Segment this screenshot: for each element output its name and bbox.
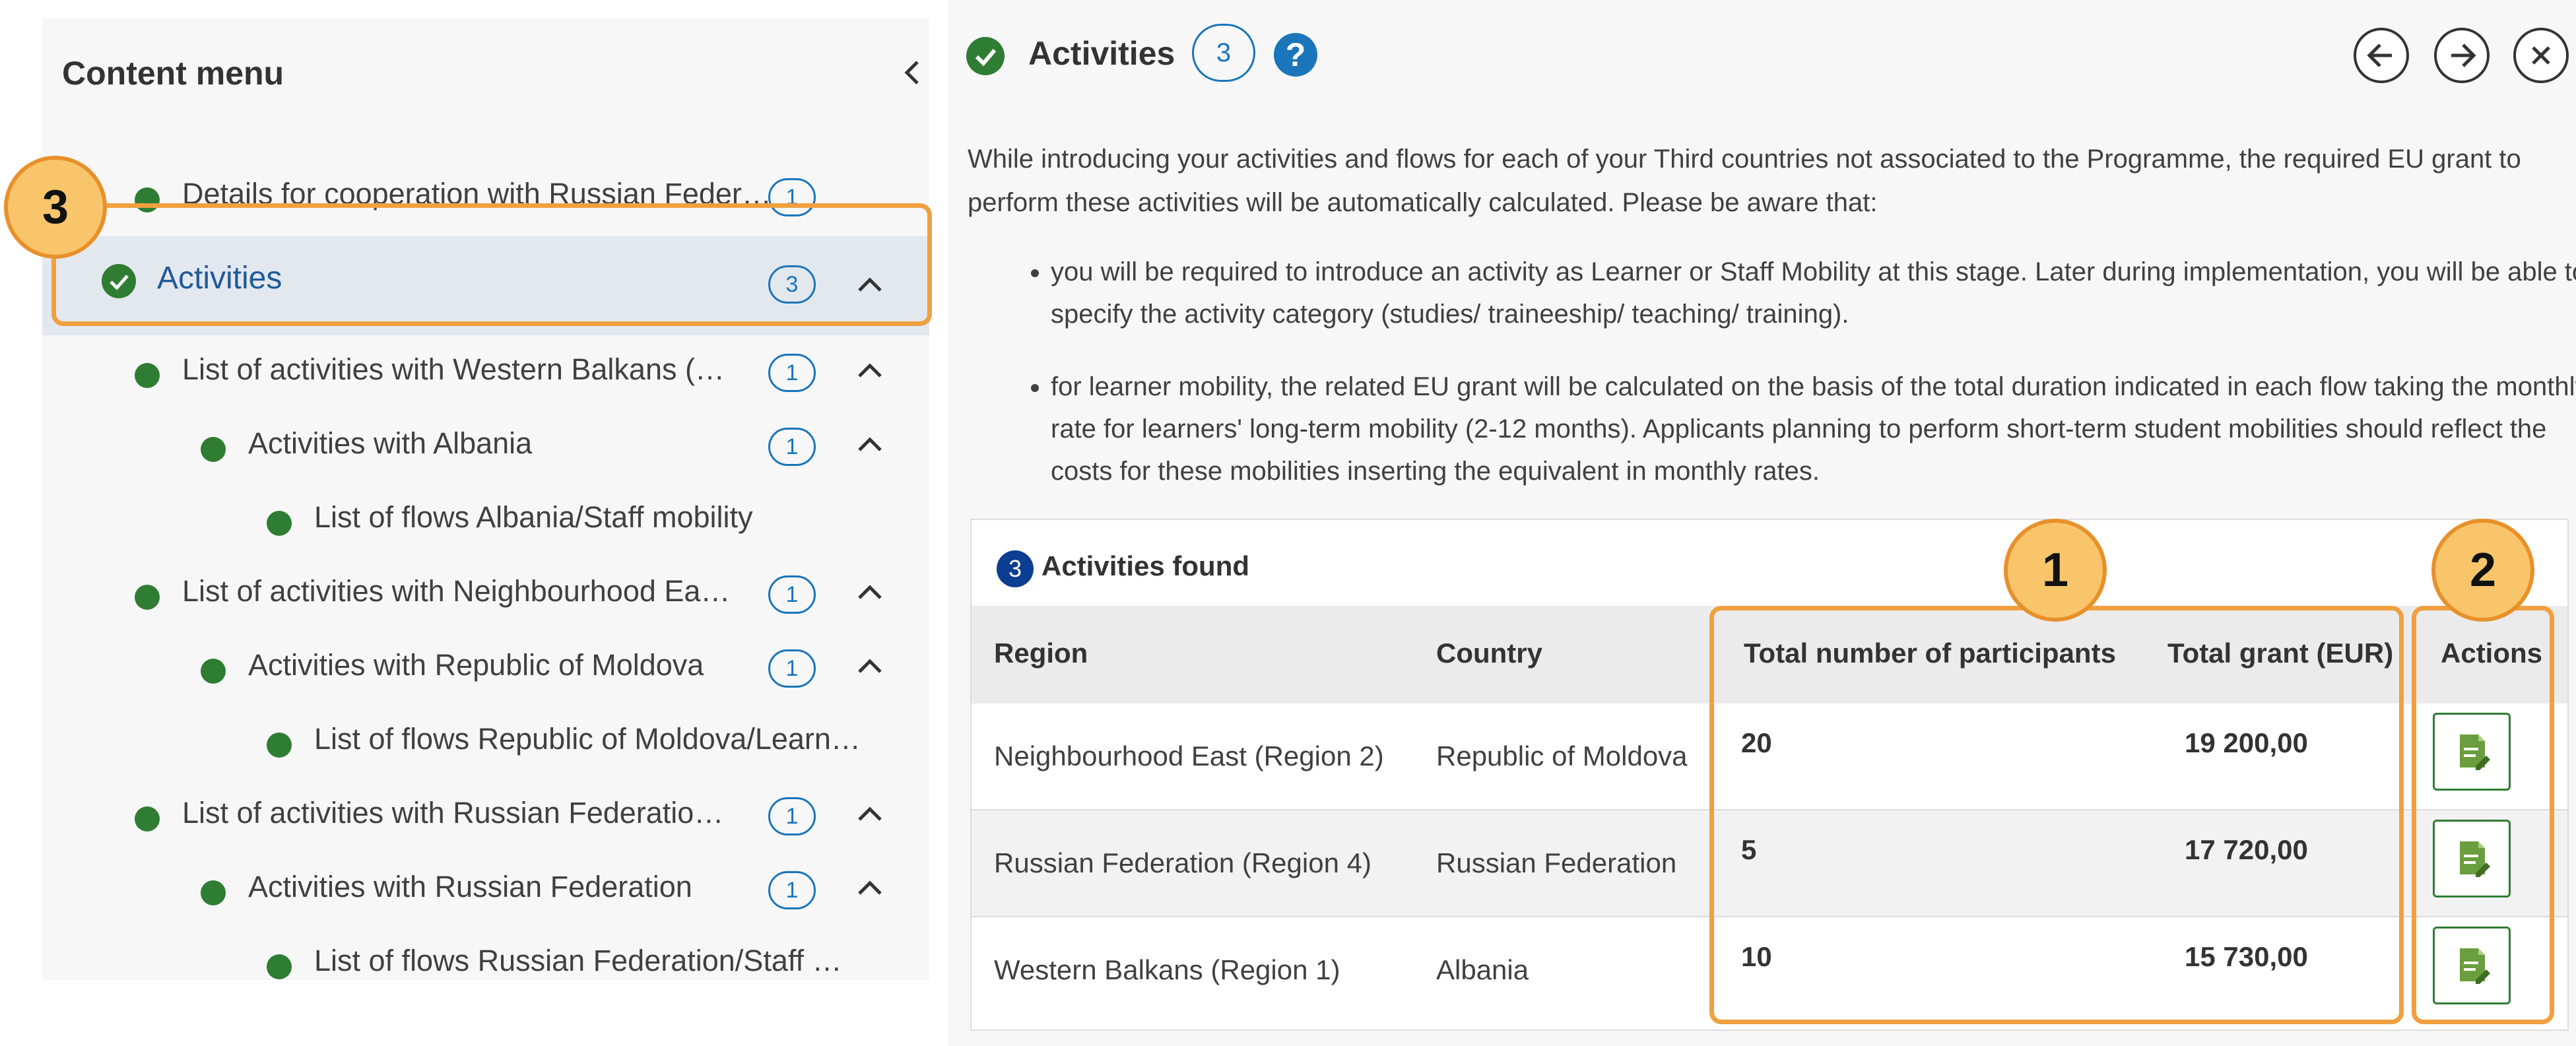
- menu-item-label: List of activities with Neighbourhood Ea…: [182, 574, 731, 608]
- arrow-left-icon: [2367, 44, 2392, 67]
- chevron-up-icon[interactable]: [850, 573, 890, 612]
- count-badge: 1: [768, 649, 816, 688]
- cell-country: Russian Federation: [1436, 847, 1677, 878]
- close-icon: [2532, 46, 2550, 65]
- intro-text: While introducing your activities and fl…: [968, 145, 2521, 217]
- collapse-menu-button[interactable]: [892, 53, 932, 92]
- menu-item-label: List of flows Russian Federation/Staff …: [314, 944, 842, 977]
- count-badge: 1: [768, 354, 816, 392]
- found-label: Activities found: [1041, 550, 1250, 581]
- menu-item-label: List of flows Republic of Moldova/Learn…: [314, 722, 861, 756]
- cell-region: Neighbourhood East (Region 2): [994, 740, 1384, 771]
- bullet-item: for learner mobility, the related EU gra…: [1051, 366, 2576, 492]
- check-circle-icon: [966, 37, 1005, 75]
- status-dot-icon: [201, 437, 226, 462]
- chevron-left-icon: [904, 61, 919, 84]
- menu-item-label: Activities with Republic of Moldova: [248, 648, 704, 682]
- content-menu-title: Content menu: [62, 55, 284, 92]
- chevron-up-icon[interactable]: [850, 795, 890, 834]
- menu-item-label: List of activities with Western Balkans …: [182, 352, 725, 386]
- menu-item-label: Activities with Russian Federation: [248, 870, 692, 903]
- status-dot-icon: [135, 806, 160, 832]
- close-button[interactable]: [2513, 28, 2569, 83]
- forward-button[interactable]: [2434, 28, 2490, 83]
- menu-item-label: List of activities with Russian Federati…: [182, 796, 724, 830]
- count-badge: 1: [768, 797, 816, 835]
- highlight-box-actions: [2412, 606, 2554, 1024]
- status-dot-icon: [135, 363, 160, 388]
- chevron-up-icon[interactable]: [850, 868, 890, 908]
- arrow-right-icon: [2451, 44, 2476, 67]
- count-badge: 1: [768, 428, 816, 466]
- status-dot-icon: [201, 659, 226, 684]
- content-menu-panel: Content menu Details for cooperation wit…: [42, 18, 929, 980]
- count-badge: 3: [1192, 24, 1255, 82]
- menu-item-flows-albania[interactable]: List of flows Albania/Staff mobility: [42, 483, 929, 557]
- status-dot-icon: [267, 511, 292, 536]
- menu-item-activities-albania[interactable]: Activities with Albania 1: [42, 409, 929, 483]
- menu-item-neighbourhood-east[interactable]: List of activities with Neighbourhood Ea…: [42, 557, 929, 631]
- chevron-up-icon[interactable]: [850, 425, 890, 465]
- menu-item-label: List of flows Albania/Staff mobility: [314, 500, 753, 534]
- highlight-box-activities: [51, 203, 932, 326]
- question-icon[interactable]: ?: [1274, 33, 1317, 77]
- cell-country: Republic of Moldova: [1436, 740, 1688, 771]
- cell-region: Russian Federation (Region 4): [994, 847, 1371, 878]
- status-dot-icon: [267, 733, 292, 758]
- page-title: Activities: [1028, 35, 1175, 72]
- count-badge: 1: [768, 575, 816, 614]
- menu-item-russian-federation[interactable]: List of activities with Russian Federati…: [42, 779, 929, 853]
- bullet-item: you will be required to introduce an act…: [1051, 251, 2576, 335]
- back-button[interactable]: [2354, 28, 2409, 83]
- highlight-box-totals: [1709, 606, 2404, 1024]
- step-marker-2: 2: [2431, 519, 2534, 622]
- chevron-up-icon[interactable]: [850, 647, 890, 686]
- status-dot-icon: [201, 880, 226, 905]
- step-marker-1: 1: [2004, 519, 2107, 622]
- info-bullets: you will be required to introduce an act…: [1014, 251, 2576, 523]
- menu-item-label: Activities with Albania: [248, 426, 533, 460]
- menu-item-activities-moldova[interactable]: Activities with Republic of Moldova 1: [42, 631, 929, 705]
- status-dot-icon: [135, 585, 160, 610]
- chevron-up-icon[interactable]: [850, 351, 890, 391]
- menu-item-activities-russia[interactable]: Activities with Russian Federation 1: [42, 853, 929, 927]
- header-country[interactable]: Country: [1436, 637, 1542, 669]
- count-badge: 1: [768, 871, 816, 909]
- cell-country: Albania: [1436, 954, 1529, 985]
- header-region[interactable]: Region: [994, 637, 1088, 669]
- status-dot-icon: [267, 954, 292, 979]
- menu-item-western-balkans[interactable]: List of activities with Western Balkans …: [42, 335, 929, 409]
- found-count-badge: 3: [997, 550, 1034, 587]
- menu-item-flows-moldova[interactable]: List of flows Republic of Moldova/Learn…: [42, 705, 929, 779]
- cell-region: Western Balkans (Region 1): [994, 954, 1340, 985]
- step-marker-3: 3: [4, 156, 107, 259]
- menu-item-flows-russia[interactable]: List of flows Russian Federation/Staff …: [42, 927, 929, 1000]
